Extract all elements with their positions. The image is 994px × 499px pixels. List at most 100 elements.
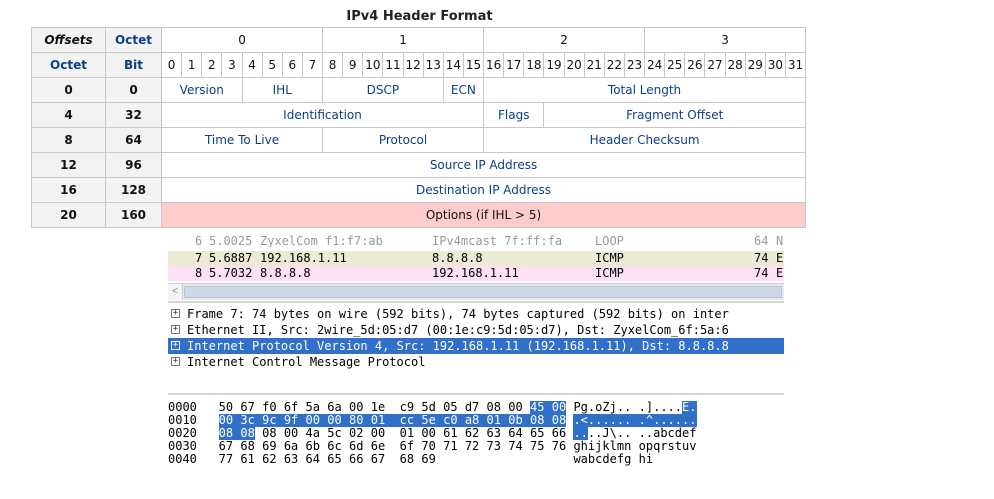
hex-byte[interactable]: 61 xyxy=(240,453,254,466)
ascii-char[interactable]: e xyxy=(610,453,617,466)
ascii-char[interactable]: t xyxy=(675,440,682,453)
expand-plus-icon[interactable]: + xyxy=(171,309,180,318)
hex-byte[interactable]: 62 xyxy=(262,453,276,466)
packet-dst: IPv4mcast_7f:ff:fa xyxy=(432,235,563,247)
expand-plus-icon[interactable]: + xyxy=(171,325,180,334)
packet-len: 74 xyxy=(754,266,769,280)
packet-info: E xyxy=(776,266,784,280)
hex-byte[interactable]: 76 xyxy=(552,440,566,453)
packet-row[interactable]: 8 5.7032 8.8.8.8 192.168.1.11 ICMP 74 E xyxy=(168,266,784,281)
hex-byte[interactable]: 66 xyxy=(349,453,363,466)
details-item[interactable]: + Ethernet II, Src: 2wire_5d:05:d7 (00:1e… xyxy=(168,322,784,338)
scroll-left-arrow-icon[interactable]: < xyxy=(168,284,183,300)
packet-dst: 192.168.1.11 xyxy=(432,266,519,280)
bit-number: 22 xyxy=(603,52,625,78)
header-field: Destination IP Address xyxy=(160,177,807,203)
packet-proto: ICMP xyxy=(595,266,624,280)
bit-number: 17 xyxy=(503,52,525,78)
packet-no: 8 xyxy=(195,266,203,280)
ascii-char[interactable]: s xyxy=(668,440,675,453)
hex-byte[interactable]: 68 xyxy=(400,453,414,466)
header-field: Options (if IHL > 5) xyxy=(160,202,807,228)
octet-group-2: 2 xyxy=(483,27,646,53)
scrollbar-thumb[interactable] xyxy=(184,286,782,298)
ascii-char[interactable]: g xyxy=(624,453,631,466)
packet-time: 5.6887 xyxy=(209,251,253,265)
hex-byte[interactable]: 63 xyxy=(284,453,298,466)
row-bit-offset: 128 xyxy=(105,177,162,203)
octet-group-3: 3 xyxy=(644,27,807,53)
ascii-char[interactable]: d xyxy=(602,453,609,466)
expand-plus-icon[interactable]: + xyxy=(171,341,180,350)
packet-row[interactable]: 7 5.6887 192.168.1.11 8.8.8.8 ICMP 74 E xyxy=(168,251,784,266)
packet-src: ZyxelCom_f1:f7:ab xyxy=(260,235,383,247)
hex-byte[interactable]: 67 xyxy=(371,453,385,466)
header-field: Protocol xyxy=(322,127,485,153)
header-row: 20 160 Options (if IHL > 5) xyxy=(31,202,807,228)
hex-byte[interactable]: 69 xyxy=(421,453,435,466)
hex-byte[interactable]: 65 xyxy=(327,453,341,466)
expand-plus-icon[interactable]: + xyxy=(171,357,180,366)
ascii-char[interactable]: w xyxy=(573,453,580,466)
ascii-char[interactable]: a xyxy=(581,453,588,466)
hex-byte[interactable]: 72 xyxy=(465,440,479,453)
bit-number: 28 xyxy=(724,52,746,78)
pane-divider-top[interactable] xyxy=(168,301,784,303)
hex-byte[interactable]: 64 xyxy=(306,453,320,466)
hex-byte[interactable]: 77 xyxy=(219,453,233,466)
ascii-char[interactable]: q xyxy=(653,440,660,453)
octet-subheader: Octet xyxy=(31,52,106,78)
row-octet-offset: 12 xyxy=(31,152,106,178)
packet-info: E xyxy=(776,251,784,265)
hex-byte[interactable]: 75 xyxy=(530,440,544,453)
row-octet-offset: 8 xyxy=(31,127,106,153)
header-field: Fragment Offset xyxy=(543,102,807,128)
hex-byte[interactable]: 73 xyxy=(487,440,501,453)
bit-number: 18 xyxy=(523,52,545,78)
hex-byte[interactable]: 74 xyxy=(508,440,522,453)
ascii-char[interactable]: r xyxy=(660,440,667,453)
header-row: 16 128 Destination IP Address xyxy=(31,177,807,203)
bit-number: 5 xyxy=(261,52,283,78)
ascii-char[interactable]: b xyxy=(588,453,595,466)
packet-len: 64 xyxy=(754,235,769,247)
header-field: Time To Live xyxy=(160,127,324,153)
hex-byte[interactable]: 71 xyxy=(443,440,457,453)
bit-number: 14 xyxy=(442,52,464,78)
ascii-char[interactable]: v xyxy=(689,440,696,453)
packet-dst: 8.8.8.8 xyxy=(432,251,483,265)
bit-number: 20 xyxy=(563,52,585,78)
bit-subheader: Bit xyxy=(105,52,162,78)
ascii-char[interactable]: u xyxy=(682,440,689,453)
pane-divider-bottom[interactable] xyxy=(168,393,784,395)
bit-number: 6 xyxy=(281,52,303,78)
header-field: Total Length xyxy=(483,77,807,103)
packet-row[interactable]: 6 5.0025 ZyxelCom_f1:f7:ab IPv4mcast_7f:ff:… xyxy=(168,235,784,247)
ascii-char[interactable]: h xyxy=(639,453,646,466)
header-field: ECN xyxy=(442,77,485,103)
header-row-octets: Offsets Octet 0 1 2 3 xyxy=(31,27,807,53)
packet-time: 5.0025 xyxy=(209,235,253,247)
row-octet-offset: 0 xyxy=(31,77,106,103)
packet-len: 74 xyxy=(754,251,769,265)
ascii-char[interactable]: c xyxy=(595,453,602,466)
header-row: 0 0 Version IHL DSCP ECN Total Length xyxy=(31,77,807,103)
ascii-char[interactable]: i xyxy=(646,453,653,466)
details-item[interactable]: + Internet Control Message Protocol xyxy=(168,354,784,370)
packet-src: 8.8.8.8 xyxy=(260,266,311,280)
details-item[interactable]: + Frame 7: 74 bytes on wire (592 bits), 7… xyxy=(168,306,784,322)
details-item-label: Internet Control Message Protocol xyxy=(187,355,426,369)
bit-number: 7 xyxy=(301,52,324,78)
bit-number: 9 xyxy=(342,52,364,78)
bit-number: 25 xyxy=(664,52,686,78)
bit-number: 11 xyxy=(382,52,404,78)
bit-number: 2 xyxy=(201,52,223,78)
ascii-char[interactable]: f xyxy=(617,453,624,466)
packet-info: N xyxy=(776,235,784,247)
row-bit-offset: 96 xyxy=(105,152,162,178)
row-bit-offset: 32 xyxy=(105,102,162,128)
horizontal-scrollbar[interactable]: < xyxy=(168,283,784,300)
details-item[interactable]: + Internet Protocol Version 4, Src: 192.1… xyxy=(168,338,784,354)
octet-group-0: 0 xyxy=(160,27,324,53)
header-field: Identification xyxy=(160,102,485,128)
